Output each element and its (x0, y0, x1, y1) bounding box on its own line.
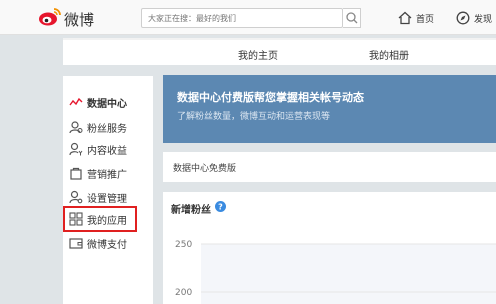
sidebar-item-label: 微博支付 (87, 239, 127, 251)
banner-subtitle: 了解粉丝数量，微博互动和运营表现等 (177, 112, 331, 122)
tab-my-album[interactable]: 我的相册 (369, 47, 409, 62)
wallet-icon (69, 238, 83, 249)
version-label: 数据中心免费版 (173, 164, 237, 174)
sidebar-item-label: 设置管理 (87, 193, 127, 205)
brand-name[interactable]: 微博 (64, 9, 94, 30)
sidebar-item-data-center[interactable]: 数据中心 (69, 93, 149, 111)
sidebar: 数据中心 粉丝服务 内容收益 营销推广 设置管理 我的应用 微博支付 (63, 76, 153, 304)
sidebar-item-label: 粉丝服务 (87, 123, 127, 135)
bag-icon (70, 167, 82, 180)
search-input[interactable] (141, 8, 343, 28)
new-fans-chart: 250 200 (175, 240, 496, 304)
nav-home-label: 首页 (416, 14, 435, 25)
sidebar-item-label: 数据中心 (87, 98, 127, 110)
new-fans-card: 新增粉丝 ? 250 200 (163, 192, 496, 304)
my-apps-highlight-box (63, 206, 137, 232)
sidebar-item-weibo-pay[interactable]: 微博支付 (69, 234, 149, 252)
sidebar-item-fan-service[interactable]: 粉丝服务 (69, 118, 149, 136)
sidebar-item-label: 营销推广 (87, 169, 127, 181)
sidebar-item-marketing[interactable]: 营销推广 (69, 164, 149, 182)
sidebar-item-settings[interactable]: 设置管理 (69, 188, 149, 206)
sidebar-item-content-income[interactable]: 内容收益 (69, 140, 149, 158)
weibo-logo-icon[interactable] (38, 7, 62, 27)
nav-discover-label: 发现 (474, 14, 493, 25)
sidebar-item-label: 内容收益 (87, 145, 127, 157)
search-button[interactable] (343, 8, 361, 28)
search-icon (346, 12, 358, 24)
premium-banner[interactable]: 数据中心付费版帮您掌握相关帐号动态 了解粉丝数量，微博互动和运营表现等 (163, 75, 496, 143)
fans-icon (69, 121, 83, 134)
user-yen-icon (69, 142, 83, 156)
line-chart-icon (69, 97, 83, 106)
compass-icon (456, 11, 470, 25)
nav-home-link[interactable]: 首页 (398, 10, 434, 26)
chart-ytick-label: 200 (175, 288, 192, 298)
home-icon (398, 11, 412, 25)
profile-tab-strip: 我的主页 我的相册 (63, 38, 496, 65)
tab-my-homepage[interactable]: 我的主页 (238, 47, 278, 62)
version-bar: 数据中心免费版 (163, 152, 496, 182)
nav-discover-link[interactable]: 发现 (456, 10, 492, 26)
top-navigation-bar: 微博 首页 发现 (0, 0, 496, 35)
chart-plot-area (201, 244, 496, 304)
chart-ytick-label: 250 (175, 240, 192, 250)
banner-title: 数据中心付费版帮您掌握相关帐号动态 (177, 91, 364, 104)
user-gear-icon (69, 190, 83, 204)
